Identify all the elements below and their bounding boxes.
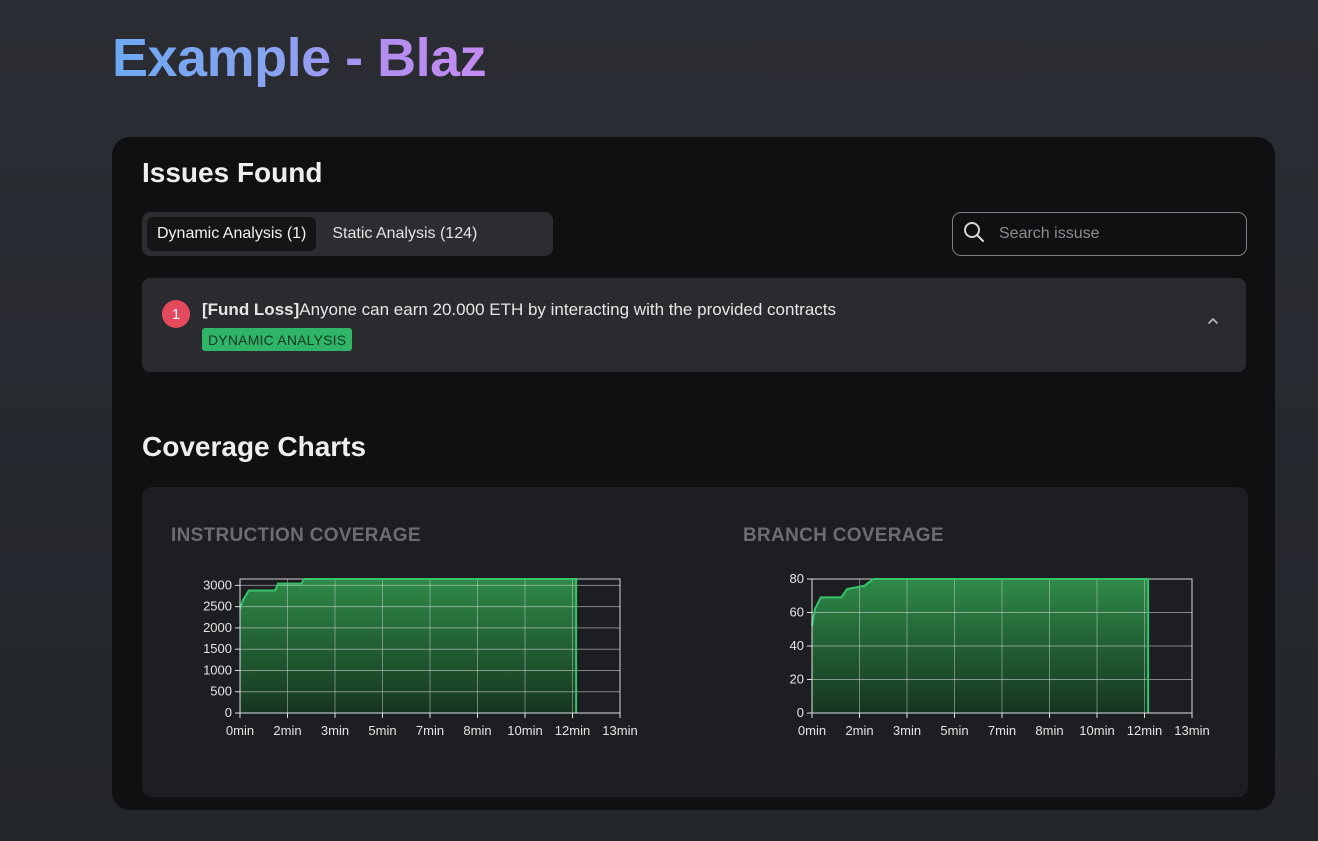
issue-item[interactable]: 1 [Fund Loss]Anyone can earn 20.000 ETH … bbox=[142, 278, 1246, 372]
branch-coverage-title: BRANCH COVERAGE bbox=[743, 525, 944, 546]
x-tick-label: 2min bbox=[845, 723, 873, 738]
x-tick-label: 10min bbox=[507, 723, 542, 738]
dynamic-analysis-badge: DYNAMIC ANALYSIS bbox=[202, 328, 353, 351]
y-tick-label: 1500 bbox=[203, 641, 232, 656]
x-tick-label: 5min bbox=[940, 723, 968, 738]
x-tick-label: 12min bbox=[555, 723, 590, 738]
x-tick-label: 8min bbox=[1035, 723, 1063, 738]
tab-dynamic-analysis[interactable]: Dynamic Analysis (1) bbox=[147, 217, 317, 251]
search-icon bbox=[963, 221, 985, 248]
y-tick-label: 0 bbox=[797, 705, 804, 720]
x-tick-label: 0min bbox=[798, 723, 826, 738]
x-tick-label: 2min bbox=[273, 723, 301, 738]
y-tick-label: 1000 bbox=[203, 662, 232, 677]
search-box bbox=[952, 212, 1247, 256]
issue-number-badge: 1 bbox=[162, 300, 190, 328]
y-tick-label: 3000 bbox=[203, 577, 232, 592]
x-tick-label: 0min bbox=[226, 723, 254, 738]
y-tick-label: 500 bbox=[210, 684, 232, 699]
x-tick-label: 13min bbox=[1174, 723, 1209, 738]
y-tick-label: 20 bbox=[790, 672, 804, 687]
coverage-heading: Coverage Charts bbox=[142, 431, 367, 462]
y-tick-label: 2500 bbox=[203, 599, 232, 614]
issues-heading: Issues Found bbox=[142, 157, 323, 188]
x-tick-label: 7min bbox=[988, 723, 1016, 738]
search-input[interactable] bbox=[997, 224, 1231, 244]
x-tick-label: 12min bbox=[1127, 723, 1162, 738]
page-title: Example - Blaz bbox=[112, 28, 487, 88]
coverage-charts-container: INSTRUCTION COVERAGE BRANCH COVERAGE 0 50… bbox=[142, 487, 1248, 797]
issue-description: Anyone can earn 20.000 ETH by interactin… bbox=[299, 300, 837, 319]
branch-coverage-chart: 0 20 40 60 80 0min 2min 3min 5min 7min 8min 10min 12… bbox=[790, 571, 1210, 738]
instruction-coverage-title: INSTRUCTION COVERAGE bbox=[171, 525, 421, 546]
tab-static-analysis[interactable]: Static Analysis (124) bbox=[322, 217, 487, 251]
x-tick-label: 7min bbox=[416, 723, 444, 738]
analysis-tabs: Dynamic Analysis (1) Static Analysis (12… bbox=[142, 212, 553, 256]
chevron-up-icon[interactable] bbox=[1206, 314, 1220, 328]
y-tick-label: 60 bbox=[790, 605, 804, 620]
x-tick-label: 5min bbox=[368, 723, 396, 738]
y-tick-label: 2000 bbox=[203, 620, 232, 635]
coverage-area bbox=[240, 579, 577, 713]
x-tick-label: 3min bbox=[321, 723, 349, 738]
main-panel: Issues Found Dynamic Analysis (1) Static… bbox=[112, 137, 1275, 810]
x-tick-label: 8min bbox=[463, 723, 491, 738]
y-tick-label: 80 bbox=[790, 571, 804, 586]
x-tick-label: 10min bbox=[1079, 723, 1114, 738]
issue-tag: [Fund Loss] bbox=[202, 300, 300, 319]
y-tick-label: 0 bbox=[225, 705, 232, 720]
instruction-coverage-chart: 0 500 1000 1500 2000 2500 3000 0min 2min 3min 5min… bbox=[203, 577, 638, 738]
x-tick-label: 13min bbox=[602, 723, 637, 738]
y-tick-label: 40 bbox=[790, 638, 804, 653]
x-tick-label: 3min bbox=[893, 723, 921, 738]
issue-title: [Fund Loss]Anyone can earn 20.000 ETH by… bbox=[202, 300, 836, 320]
